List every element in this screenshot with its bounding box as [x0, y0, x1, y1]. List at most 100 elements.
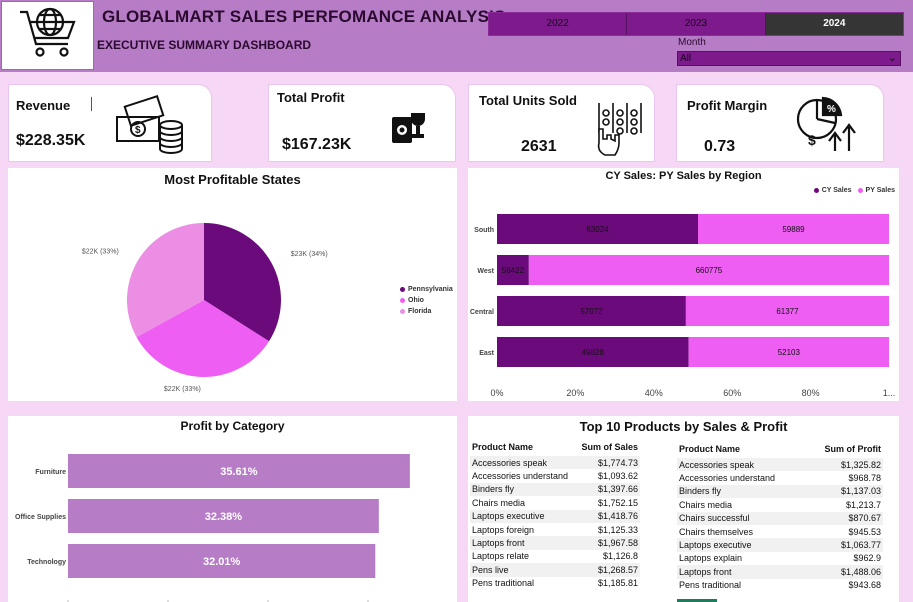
column-header-product-name[interactable]: Product Name [677, 440, 805, 458]
value-cell: $945.53 [848, 526, 881, 537]
bar-data-label: 52103 [778, 348, 801, 357]
bar-data-label: 660775 [696, 266, 723, 275]
product-name-cell: Accessories speak [677, 458, 806, 472]
column-header-sum-of-sales[interactable]: Sum of Sales [576, 438, 640, 456]
bar-data-label: 61377 [776, 307, 799, 316]
value-cell: $1,093.62 [597, 471, 638, 482]
year-slicer: 2022 2023 2024 [488, 12, 904, 36]
value-cell: $962.9 [853, 553, 881, 564]
product-name-cell: Laptops front [470, 536, 576, 550]
column-header-sum-of-profit[interactable]: Sum of Profit [805, 440, 883, 458]
bar-data-label: 57072 [580, 307, 603, 316]
kpi-revenue-label: Revenue [16, 98, 71, 113]
product-name-cell: Laptops executive [677, 538, 806, 552]
region-bar-chart: South 63024 59889 West 58422 660775 Central 570… [470, 214, 895, 398]
x-tick-label: 60% [723, 388, 741, 398]
product-name-cell: Laptops foreign [472, 524, 535, 535]
product-name-cell: Pens live [470, 563, 576, 577]
product-name-cell: Accessories understand [472, 471, 569, 482]
month-dropdown-value: All [680, 53, 692, 64]
product-name-cell: Pens traditional [679, 580, 742, 591]
value-cell: $1,397.66 [575, 482, 640, 497]
kpi-card-total-profit: Total Profit $167.23K [268, 84, 456, 162]
svg-text:$: $ [135, 125, 141, 136]
counting-hand-icon [597, 103, 642, 156]
divider [91, 97, 92, 111]
bar-data-label: 58422 [502, 266, 525, 275]
product-name-cell: Laptops explain [679, 553, 743, 564]
dashboard-subtitle: EXECUTIVE SUMMARY DASHBOARD [97, 38, 312, 52]
y-tick-label: East [479, 350, 494, 357]
month-dropdown[interactable]: All ⌄ [677, 51, 901, 66]
column-header-product-name[interactable]: Product Name [470, 438, 576, 456]
svg-text:%: % [827, 104, 836, 115]
category-bar-chart: Furniture 35.61% Office Supplies 32.38% Tech… [15, 454, 410, 602]
kpi-margin-value: 0.73 [704, 138, 736, 155]
pie-data-label: $22K (33%) [82, 249, 119, 256]
kpi-profit-label: Total Profit [277, 90, 345, 105]
x-tick-label: 80% [802, 388, 820, 398]
kpi-card-revenue: Revenue $228.35K $ [8, 84, 212, 162]
table-row: Pens live $1,268.57 [470, 563, 640, 577]
pie-legend: Pennsylvania Ohio Florida [400, 284, 453, 317]
product-name-cell: Pens traditional [472, 578, 535, 589]
bar-data-label: 32.38% [205, 511, 243, 523]
table-row: Chairs media $1,752.15 [470, 496, 640, 509]
value-cell: $1,967.58 [575, 536, 640, 550]
year-button-2023[interactable]: 2023 [627, 13, 766, 35]
bar-data-label: 32.01% [203, 556, 241, 568]
product-name-cell: Binders fly [677, 484, 806, 499]
table-row: Pens traditional $1,185.81 [470, 577, 640, 590]
product-name-cell: Accessories understand [679, 473, 776, 484]
product-name-cell: Chairs media [679, 499, 733, 510]
bar-data-label: 63024 [586, 225, 609, 234]
kpi-units-label: Total Units Sold [479, 93, 577, 108]
y-tick-label: Office Supplies [15, 514, 66, 521]
value-cell: $1,213.7 [845, 499, 881, 510]
shopping-cart-globe-icon [20, 7, 76, 57]
bar-data-label: 49828 [582, 348, 605, 357]
kpi-margin-label: Profit Margin [687, 98, 768, 113]
table-row: Laptops front $1,967.58 [470, 536, 640, 550]
bar-data-label: 59889 [782, 225, 805, 234]
value-cell: $1,185.81 [597, 578, 638, 589]
table-row: Laptops executive $1,418.76 [470, 509, 640, 523]
table-row: Laptops executive $1,063.77 [677, 538, 883, 552]
y-tick-label: South [474, 227, 494, 234]
table-row: Laptops front $1,488.06 [677, 565, 883, 579]
value-cell: $1,325.82 [805, 458, 883, 472]
cash-coins-icon: $ [116, 95, 183, 154]
kpi-card-units-sold: Total Units Sold 2631 [468, 84, 655, 162]
table-row: Chairs themselves $945.53 [677, 525, 883, 538]
chevron-down-icon: ⌄ [887, 52, 897, 64]
panel-most-profitable-states: Most Profitable States $23K (34%) $22K (3… [8, 168, 457, 401]
value-cell: $1,268.57 [575, 563, 640, 577]
product-name-cell: Chairs media [472, 497, 526, 508]
year-button-2022[interactable]: 2022 [489, 13, 628, 35]
table-row: Accessories speak $1,774.73 [470, 456, 640, 470]
value-cell: $1,126.8 [602, 551, 638, 562]
value-cell: $1,125.33 [597, 524, 638, 535]
y-tick-label: Technology [27, 559, 66, 566]
table-row: Chairs successful $870.67 [677, 511, 883, 525]
table-row: Binders fly $1,397.66 [470, 482, 640, 497]
value-cell: $968.78 [848, 473, 881, 484]
value-cell: $1,137.03 [805, 484, 883, 499]
legend-item-ohio: Ohio [400, 295, 453, 306]
profit-table: Product Name Sum of Profit Accessories s… [677, 440, 883, 592]
y-tick-label: Furniture [35, 469, 66, 476]
value-cell: $1,063.77 [805, 538, 883, 552]
legend-item-pennsylvania: Pennsylvania [400, 284, 453, 295]
product-name-cell: Binders fly [470, 482, 576, 497]
year-button-2024[interactable]: 2024 [765, 13, 903, 35]
x-tick-label: 20% [566, 388, 584, 398]
kpi-card-profit-margin: Profit Margin 0.73 % $ [676, 84, 884, 162]
product-name-cell: Laptops executive [470, 509, 576, 523]
product-name-cell: Chairs themselves [679, 526, 754, 537]
dashboard-title: GLOBALMART SALES PERFOMANCE ANALYSIS [102, 7, 506, 26]
trophy-icon [392, 113, 425, 143]
table-row: Accessories speak $1,325.82 [677, 458, 883, 472]
pie-data-label: $22K (33%) [164, 386, 201, 393]
table-row: Pens traditional $943.68 [677, 579, 883, 592]
pie-growth-icon: % $ [796, 96, 856, 151]
